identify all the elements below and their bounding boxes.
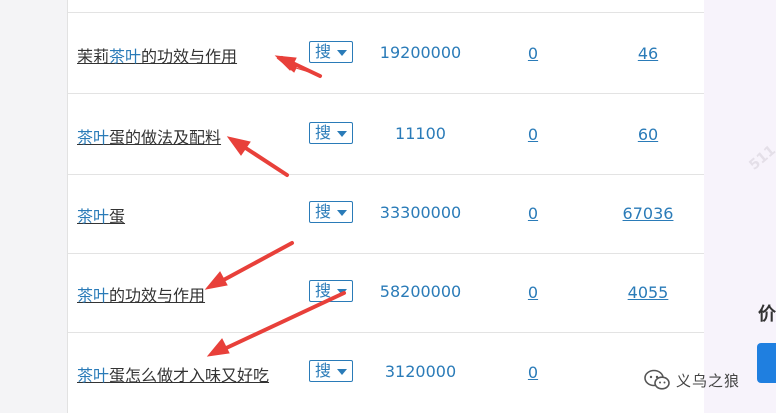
keyword-highlight: 茶叶	[77, 366, 110, 385]
keyword-text: 蛋的做法及配料	[109, 128, 222, 147]
count-link[interactable]: 67036	[608, 204, 688, 223]
left-margin	[0, 0, 67, 413]
count-link[interactable]: 0	[508, 204, 558, 223]
keyword-link[interactable]: 茶叶蛋的做法及配料	[77, 124, 221, 148]
search-volume: 58200000	[379, 282, 462, 301]
keyword-text: 蛋	[109, 207, 126, 226]
keyword-text: 蛋怎么做才入味又好吃	[109, 366, 270, 385]
caret-down-icon	[337, 210, 347, 216]
keyword-link[interactable]: 茶叶的功效与作用	[77, 282, 205, 306]
keyword-link[interactable]: 茶叶蛋怎么做才入味又好吃	[77, 362, 269, 386]
side-panel-heading: 价	[758, 304, 776, 325]
keyword-link[interactable]: 茉莉茶叶的功效与作用	[77, 43, 237, 67]
caret-down-icon	[337, 131, 347, 137]
caret-down-icon	[337, 369, 347, 375]
keyword-text: 茉莉	[77, 47, 110, 66]
count-link[interactable]: 4055	[608, 283, 688, 302]
search-dropdown-button[interactable]: 搜	[309, 360, 353, 382]
brand-watermark: 义乌之狼	[644, 368, 740, 392]
search-button-label: 搜	[315, 202, 332, 221]
keyword-text: 的功效与作用	[109, 286, 206, 305]
search-volume: 33300000	[379, 203, 462, 222]
keyword-highlight: 茶叶	[77, 128, 110, 147]
search-dropdown-button[interactable]: 搜	[309, 41, 353, 63]
table-row: 茶叶蛋 搜 33300000 0 67036	[68, 173, 705, 254]
search-button-label: 搜	[315, 42, 332, 61]
search-volume: 11100	[395, 124, 446, 143]
count-link[interactable]: 0	[508, 125, 558, 144]
caret-down-icon	[337, 289, 347, 295]
search-dropdown-button[interactable]: 搜	[309, 122, 353, 144]
table-row: 茉莉茶叶的功效与作用 搜 19200000 0 46	[68, 13, 705, 94]
count-link[interactable]: 46	[608, 44, 688, 63]
search-volume: 19200000	[379, 43, 462, 62]
keyword-table: 茉莉茶叶的功效与作用 搜 19200000 0 46 茶叶蛋的做法及配料 搜 1…	[67, 0, 705, 413]
wechat-icon	[644, 369, 670, 390]
table-row: 茶叶蛋怎么做才入味又好吃 搜 3120000 0	[68, 332, 705, 412]
search-volume: 3120000	[384, 362, 457, 381]
count-link[interactable]: 60	[608, 125, 688, 144]
brand-name: 义乌之狼	[676, 371, 741, 390]
search-button-label: 搜	[315, 123, 332, 142]
search-dropdown-button[interactable]: 搜	[309, 280, 353, 302]
count-link[interactable]: 0	[508, 283, 558, 302]
keyword-link[interactable]: 茶叶蛋	[77, 203, 125, 227]
keyword-highlight: 茶叶	[109, 47, 142, 66]
search-dropdown-button[interactable]: 搜	[309, 201, 353, 223]
side-panel-button[interactable]	[757, 343, 776, 383]
table-row: 茶叶蛋的做法及配料 搜 11100 0 60	[68, 94, 705, 175]
search-button-label: 搜	[315, 361, 332, 380]
keyword-text: 的功效与作用	[141, 47, 238, 66]
table-row: 茶叶的功效与作用 搜 58200000 0 4055	[68, 252, 705, 333]
search-button-label: 搜	[315, 281, 332, 300]
caret-down-icon	[337, 50, 347, 56]
keyword-highlight: 茶叶	[77, 286, 110, 305]
keyword-highlight: 茶叶	[77, 207, 110, 226]
count-link[interactable]: 0	[508, 44, 558, 63]
count-link[interactable]: 0	[508, 363, 558, 382]
